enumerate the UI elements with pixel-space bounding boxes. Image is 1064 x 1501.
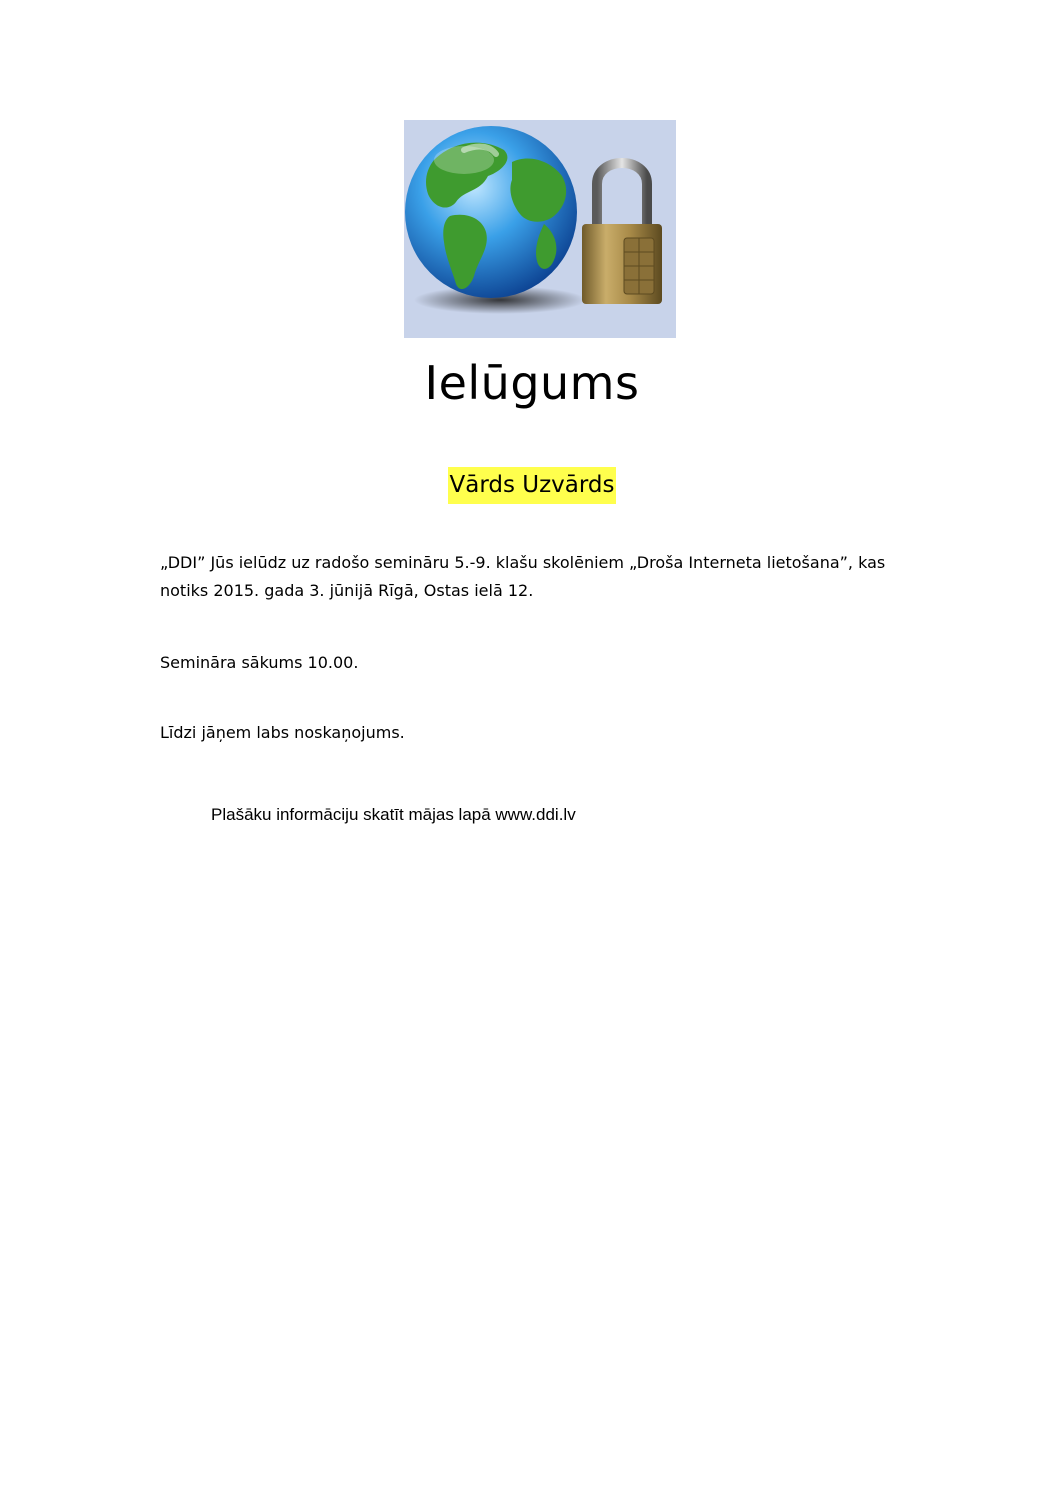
page-title: Ielūgums <box>424 356 640 410</box>
globe-and-padlock-image <box>404 120 676 338</box>
invitation-paragraph: „DDI” Jūs ielūdz uz radošo semināru 5.-9… <box>160 553 886 600</box>
start-time-paragraph: Semināra sākums 10.00. <box>160 653 359 672</box>
bring-along-paragraph: Līdzi jāņem labs noskaņojums. <box>160 723 405 742</box>
info-line: Plašāku informāciju skatīt mājas lapā ww… <box>211 805 576 824</box>
recipient-name: Vārds Uzvārds <box>448 467 616 504</box>
invitation-page: Ielūgums Vārds Uzvārds „DDI” Jūs ielūdz … <box>0 0 1064 1501</box>
recipient-name-line: Vārds Uzvārds <box>0 467 1064 504</box>
